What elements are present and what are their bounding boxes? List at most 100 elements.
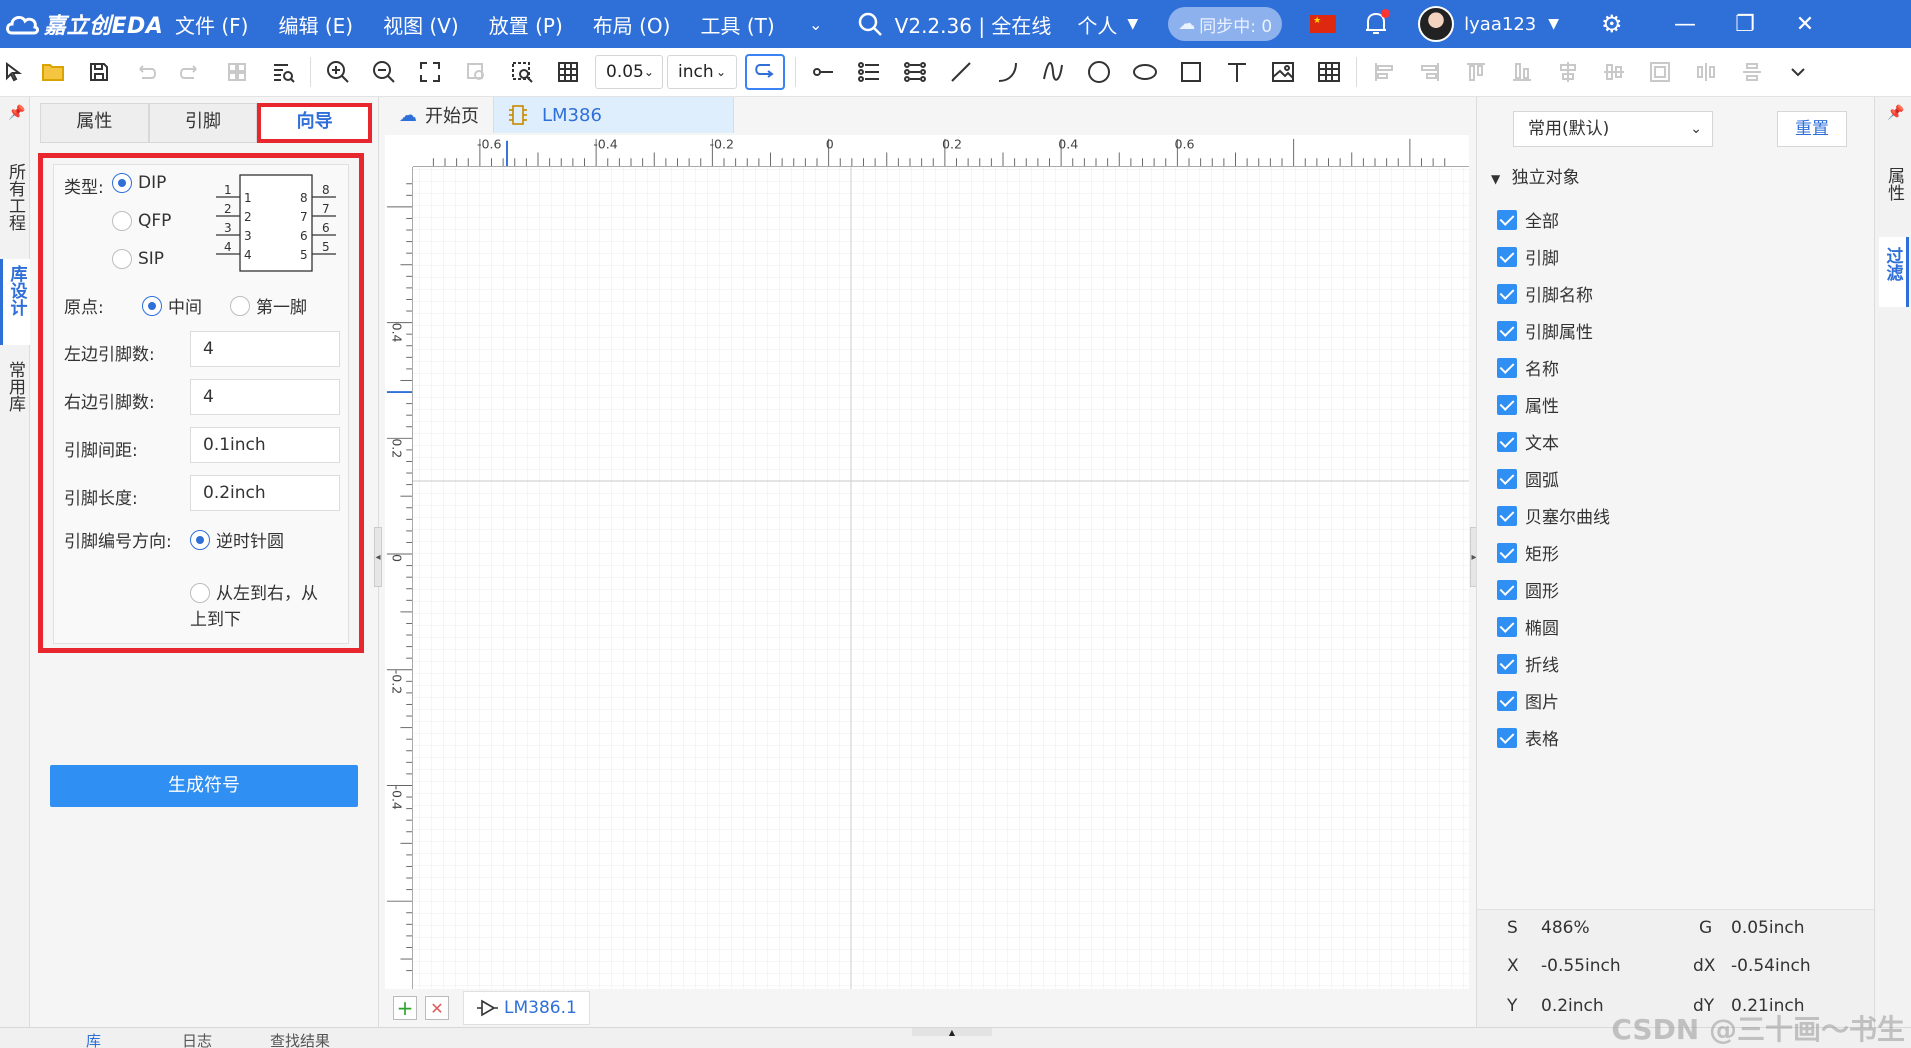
tab-lm386[interactable]: LM386 (494, 97, 734, 133)
filter-item[interactable]: 全部 (1497, 207, 1559, 232)
account-mode-chevron-icon[interactable]: ▼ (1127, 16, 1138, 32)
pin-spacing-input[interactable]: 0.1inch (190, 427, 340, 463)
vtab-properties[interactable]: 属性 (1879, 157, 1909, 227)
zoom-area-icon[interactable] (499, 52, 545, 92)
numbering-radio-ltr[interactable]: 从左到右，从上到下 (190, 581, 324, 633)
search-icon[interactable] (857, 11, 883, 37)
add-sheet-icon[interactable]: + (393, 996, 417, 1020)
pin-array-icon[interactable] (846, 52, 892, 92)
reset-button[interactable]: 重置 (1777, 111, 1847, 147)
vtab-common-library[interactable]: 常用库 (0, 355, 30, 445)
bezier-tool-icon[interactable] (1030, 52, 1076, 92)
type-radio-dip[interactable]: DIP (112, 173, 166, 193)
undo-icon[interactable] (122, 52, 168, 92)
menu-tools[interactable]: 工具 (T) (700, 10, 774, 39)
settings-gear-icon[interactable]: ⚙ (1601, 10, 1641, 38)
avatar[interactable] (1418, 6, 1455, 42)
snap-toggle-icon[interactable] (745, 54, 785, 90)
grid-icon[interactable] (545, 52, 591, 92)
checkbox-checked-icon[interactable] (1497, 727, 1517, 748)
filter-item[interactable]: 表格 (1497, 725, 1559, 750)
text-tool-icon[interactable] (1214, 52, 1260, 92)
sheet-tab-lm386-1[interactable]: LM386.1 (463, 991, 590, 1025)
save-icon[interactable] (76, 52, 122, 92)
bottom-tab-log[interactable]: 日志 (182, 1030, 212, 1048)
filter-item[interactable]: 文本 (1497, 429, 1559, 454)
app-logo[interactable]: 嘉立创EDA (0, 8, 175, 40)
checkbox-checked-icon[interactable] (1497, 468, 1517, 489)
menu-edit[interactable]: 编辑 (E) (278, 10, 353, 39)
checkbox-checked-icon[interactable] (1497, 653, 1517, 674)
close-icon[interactable]: ✕ (1775, 12, 1835, 37)
menu-layout[interactable]: 布局 (O) (593, 10, 671, 39)
pin-icon[interactable]: 📌 (8, 105, 25, 121)
tab-properties[interactable]: 属性 (40, 103, 149, 143)
numbering-radio-ccw[interactable]: 逆时针圆 (190, 527, 284, 552)
checkbox-checked-icon[interactable] (1497, 246, 1517, 267)
filter-item[interactable]: 椭圆 (1497, 614, 1559, 639)
filter-item[interactable]: 名称 (1497, 355, 1559, 380)
bottom-tab-library[interactable]: 库 (86, 1030, 101, 1048)
redo-icon[interactable] (168, 52, 214, 92)
menu-more-chevron-icon[interactable]: ⌄ (805, 15, 827, 34)
origin-radio-first-pin[interactable]: 第一脚 (230, 293, 307, 318)
image-tool-icon[interactable] (1260, 52, 1306, 92)
restore-icon[interactable]: ❐ (1715, 12, 1775, 37)
user-menu-chevron-icon[interactable]: ▼ (1548, 16, 1559, 32)
type-radio-qfp[interactable]: QFP (112, 211, 171, 231)
checkbox-checked-icon[interactable] (1497, 542, 1517, 563)
zoom-in-icon[interactable] (315, 52, 361, 92)
generate-symbol-button[interactable]: 生成符号 (50, 765, 358, 807)
distribute-h-icon[interactable] (1683, 52, 1729, 92)
filter-item[interactable]: 引脚名称 (1497, 281, 1593, 306)
checkbox-checked-icon[interactable] (1497, 320, 1517, 341)
align-grid-icon[interactable] (1637, 52, 1683, 92)
tab-start-page[interactable]: ☁ 开始页 (385, 97, 494, 133)
pin-tool-icon[interactable] (800, 52, 846, 92)
username[interactable]: lyaa123 (1464, 14, 1536, 35)
filter-item[interactable]: 引脚 (1497, 244, 1559, 269)
zoom-selection-icon[interactable] (453, 52, 499, 92)
unit-select[interactable]: inch ⌄ (667, 55, 737, 89)
filter-group-header[interactable]: ▼ 独立对象 (1491, 163, 1580, 188)
china-flag-icon[interactable] (1310, 15, 1337, 33)
notification-bell-icon[interactable] (1364, 9, 1391, 37)
find-list-icon[interactable] (260, 52, 306, 92)
right-pins-input[interactable]: 4 (190, 379, 340, 415)
toolbar-more-chevron-icon[interactable] (1775, 52, 1821, 92)
arc-tool-icon[interactable] (984, 52, 1030, 92)
left-pins-input[interactable]: 4 (190, 331, 340, 367)
rectangle-tool-icon[interactable] (1168, 52, 1214, 92)
filter-item[interactable]: 贝塞尔曲线 (1497, 503, 1610, 528)
checkbox-checked-icon[interactable] (1497, 690, 1517, 711)
menu-file[interactable]: 文件 (F) (175, 10, 248, 39)
filter-item[interactable]: 图片 (1497, 688, 1559, 713)
fit-view-icon[interactable] (407, 52, 453, 92)
left-panel-collapse-handle[interactable]: ◂ (374, 527, 382, 587)
group-icon[interactable] (214, 52, 260, 92)
distribute-v-icon[interactable] (1729, 52, 1775, 92)
table-tool-icon[interactable] (1306, 52, 1352, 92)
checkbox-checked-icon[interactable] (1497, 579, 1517, 600)
line-tool-icon[interactable] (938, 52, 984, 92)
vtab-library-design[interactable]: 库设计 (0, 259, 30, 345)
filter-item[interactable]: 折线 (1497, 651, 1559, 676)
bottom-tab-search-results[interactable]: 查找结果 (270, 1030, 330, 1048)
vtab-all-projects[interactable]: 所有工程 (0, 159, 30, 255)
select-pointer-icon[interactable] (0, 52, 30, 92)
filter-item[interactable]: 圆弧 (1497, 466, 1559, 491)
checkbox-checked-icon[interactable] (1497, 505, 1517, 526)
align-center-v-icon[interactable] (1591, 52, 1637, 92)
checkbox-checked-icon[interactable] (1497, 394, 1517, 415)
account-mode[interactable]: 个人 (1077, 10, 1117, 39)
align-top-icon[interactable] (1453, 52, 1499, 92)
ellipse-tool-icon[interactable] (1122, 52, 1168, 92)
pin-bus-icon[interactable] (892, 52, 938, 92)
checkbox-checked-icon[interactable] (1497, 431, 1517, 452)
drawing-canvas[interactable] (413, 167, 1469, 997)
filter-preset-select[interactable]: 常用(默认) ⌄ (1513, 111, 1713, 147)
grid-size-select[interactable]: 0.05 ⌄ (595, 55, 663, 89)
align-left-icon[interactable] (1361, 52, 1407, 92)
checkbox-checked-icon[interactable] (1497, 616, 1517, 637)
checkbox-checked-icon[interactable] (1497, 357, 1517, 378)
